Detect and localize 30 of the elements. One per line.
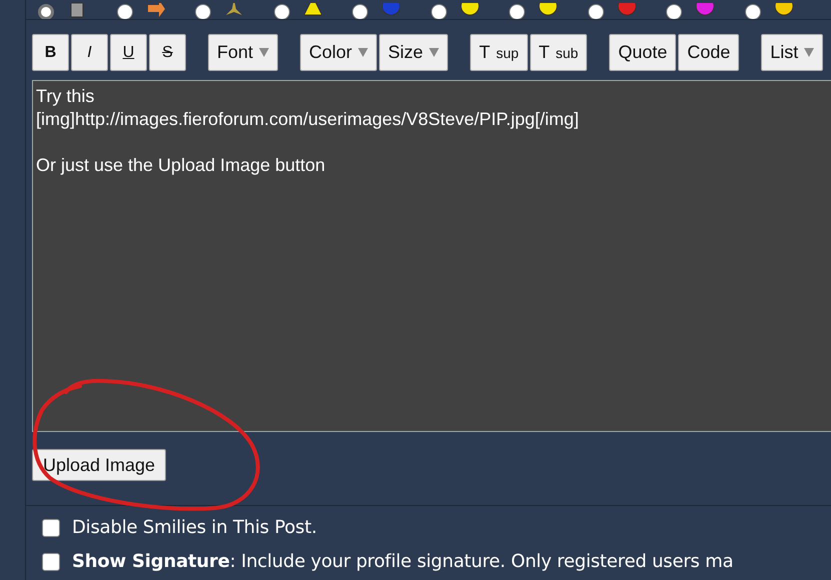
format-button[interactable]: U: [110, 34, 147, 71]
upload-image-button[interactable]: Upload Image: [32, 449, 166, 481]
dropdown-button[interactable]: Font: [208, 34, 278, 71]
option-label: Disable Smilies in This Post.: [72, 517, 317, 538]
option-label: Show Signature: Include your profile signature. Only registered users ma: [72, 551, 734, 572]
caret-icon: [429, 48, 440, 57]
radio-button[interactable]: [116, 4, 132, 19]
radio-button[interactable]: [430, 4, 446, 19]
radio-button[interactable]: [274, 4, 290, 19]
radio-button[interactable]: [666, 4, 682, 19]
radio-button[interactable]: [509, 4, 525, 19]
dropdown-button[interactable]: Color: [300, 34, 378, 71]
radio-button[interactable]: [588, 4, 604, 19]
format-button[interactable]: I: [71, 34, 108, 71]
caret-icon: [358, 48, 368, 57]
format-button[interactable]: B: [32, 34, 69, 71]
dropdown-button[interactable]: List: [761, 34, 824, 71]
radio-button[interactable]: [744, 4, 760, 19]
dropdown-button[interactable]: Size: [379, 34, 448, 71]
checkbox[interactable]: [42, 518, 60, 536]
message-field[interactable]: Try this [img]http://images.fieroforum.com/userimages/V8Steve/PIP.jpg[/img] Or just use the Upload Image button: [32, 80, 831, 432]
checkbox[interactable]: [42, 552, 60, 570]
caret-icon: [804, 48, 814, 57]
format-button[interactable]: S: [149, 34, 186, 71]
format-button[interactable]: Code: [678, 34, 740, 71]
radio-button[interactable]: [195, 4, 211, 19]
radio-button[interactable]: [352, 4, 368, 19]
caret-icon: [259, 48, 270, 57]
radio-button[interactable]: [38, 4, 54, 19]
format-button[interactable]: Quote: [609, 34, 676, 71]
